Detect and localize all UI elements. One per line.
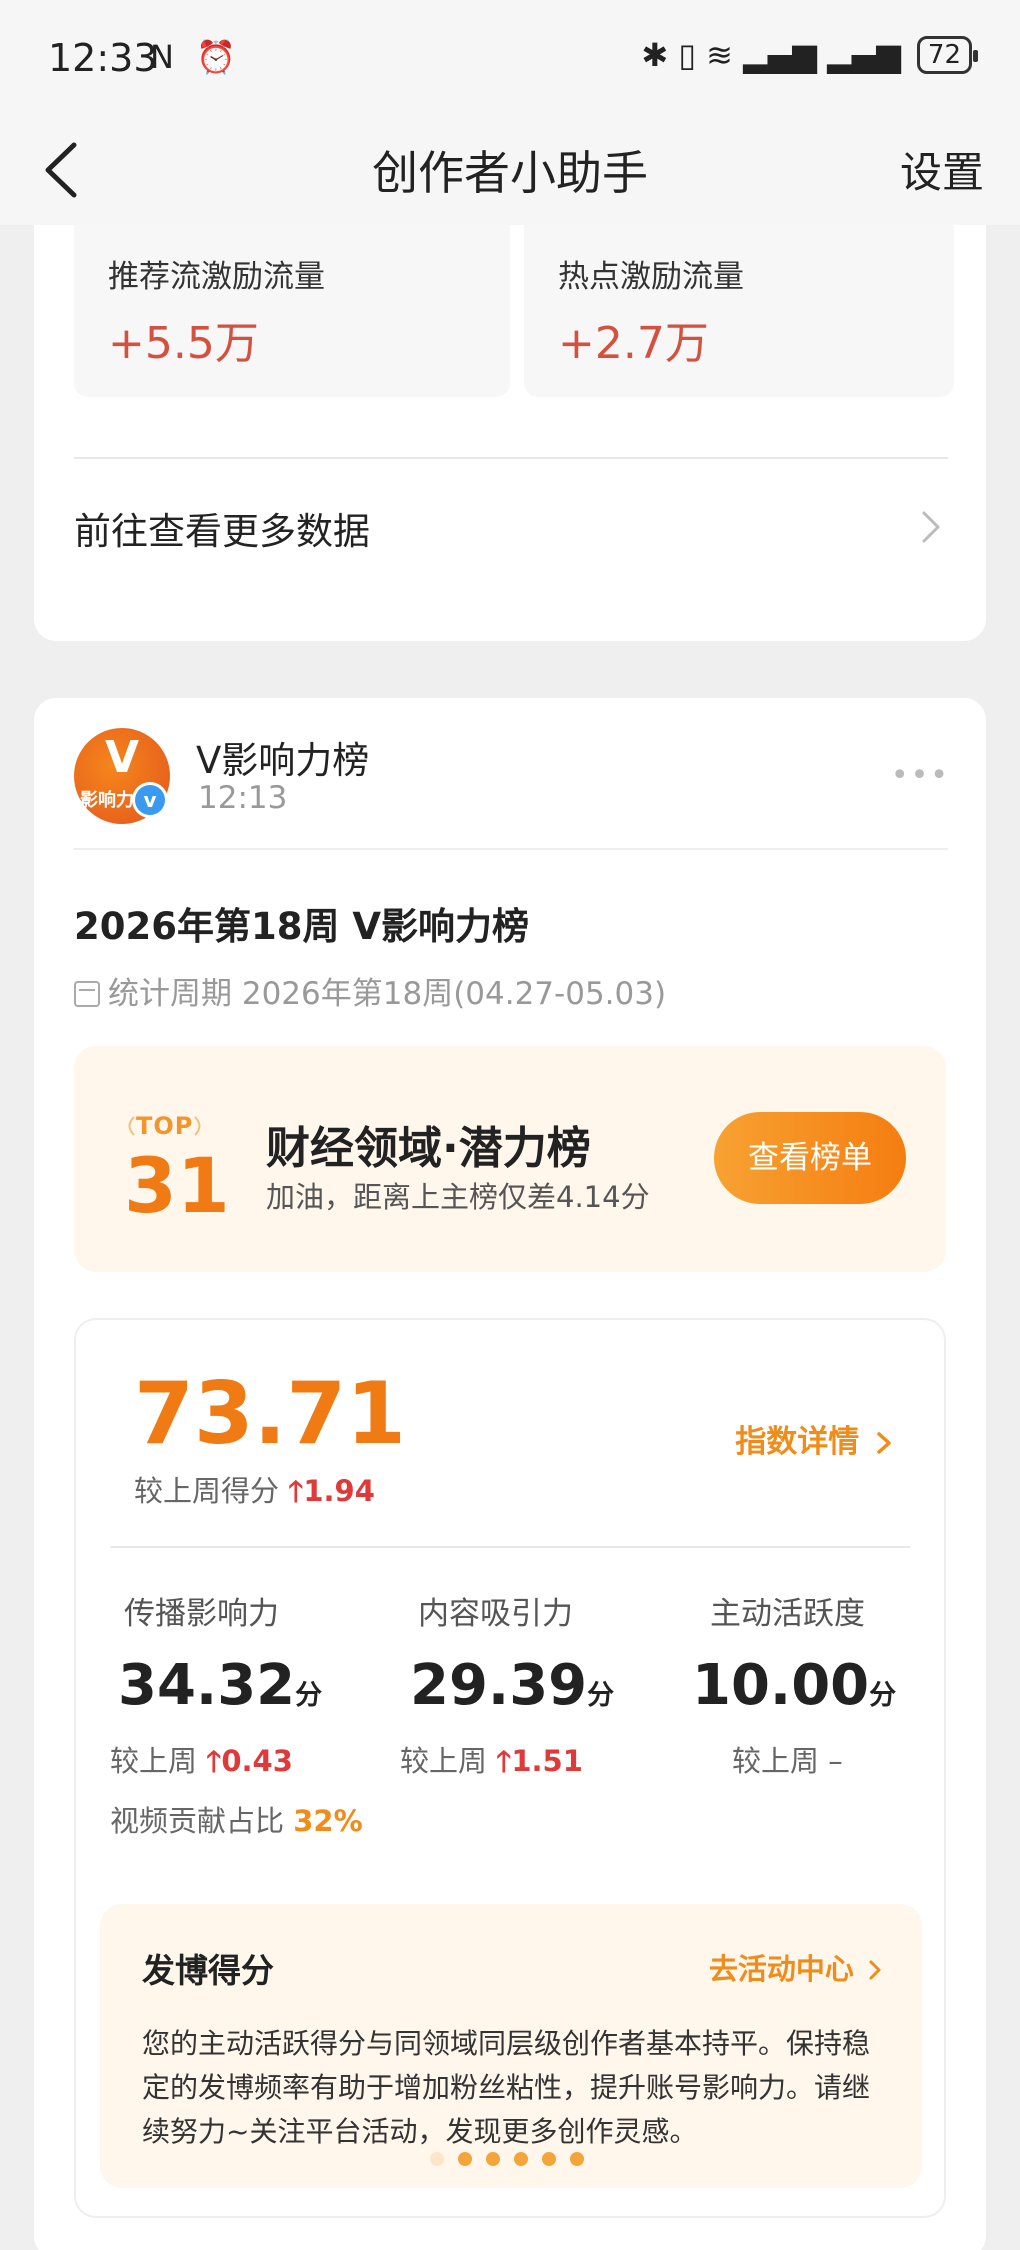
metric-compare: 较上周 –	[732, 1738, 896, 1780]
stat-recommend-traffic: 推荐流激励流量 +5.5万	[74, 225, 510, 397]
carousel-dot[interactable]	[458, 2152, 472, 2166]
post-title: 2026年第18周 V影响力榜	[74, 905, 529, 948]
metric-unit: 分	[295, 1680, 323, 1711]
score-compare: 较上周得分 🡑1.94	[134, 1468, 375, 1520]
stat-value: +5.5万	[108, 318, 259, 369]
up-arrow-icon: 🡑	[496, 1744, 512, 1778]
metric-number: 29.39	[410, 1653, 588, 1718]
activity-center-label: 去活动中心	[708, 1952, 854, 1986]
metric-label: 主动活跃度	[710, 1596, 865, 1632]
metric-compare-label: 较上周 –	[732, 1744, 843, 1778]
metric-content-appeal: 内容吸引力 29.39分 较上周 🡑1.51	[400, 1588, 614, 1790]
metric-number: 10.00	[692, 1653, 870, 1718]
metric-delta: 1.51	[511, 1744, 583, 1778]
stat-period: 统计周期 2026年第18周(04.27-05.03)	[74, 968, 666, 1013]
note-value: 32%	[293, 1804, 363, 1838]
divider	[74, 457, 948, 459]
post-score-title: 发博得分	[142, 1951, 274, 1990]
influence-post-card: V 影响力榜 v V影响力榜 12:13 ••• 2026年第18周 V影响力榜…	[34, 698, 986, 2250]
status-time: 12:33	[48, 36, 158, 80]
score-compare-label: 较上周得分	[134, 1474, 280, 1508]
stat-value: +2.7万	[558, 318, 709, 369]
metric-compare: 较上周 🡑1.51	[400, 1738, 614, 1790]
carousel-indicator	[430, 2152, 584, 2166]
carousel-dot[interactable]	[486, 2152, 500, 2166]
post-time: 12:13	[198, 780, 288, 816]
metric-value: 34.32分	[118, 1653, 363, 1718]
divider	[74, 848, 948, 850]
verified-badge-icon: v	[132, 782, 168, 818]
avatar-letter: V	[104, 732, 140, 783]
stat-label: 热点激励流量	[558, 259, 744, 295]
more-data-label: 前往查看更多数据	[74, 510, 370, 553]
account-name[interactable]: V影响力榜	[196, 730, 369, 784]
metric-label: 传播影响力	[124, 1596, 279, 1632]
rank-number: 31	[124, 1141, 230, 1230]
battery-icon: 72	[916, 36, 979, 74]
metric-compare-label: 较上周	[400, 1744, 488, 1778]
laurel-right-icon	[194, 1116, 201, 1136]
carousel-dot[interactable]	[542, 2152, 556, 2166]
rank-description: 加油，距离上主榜仅差4.14分	[266, 1180, 650, 1214]
verified-mark: v	[135, 785, 165, 815]
more-data-link[interactable]: 前往查看更多数据	[74, 493, 948, 563]
nav-header: 创作者小助手 设置	[0, 115, 1020, 225]
index-detail-label: 指数详情	[735, 1424, 860, 1460]
metric-compare: 较上周 🡑0.43	[110, 1738, 363, 1790]
laurel-left-icon	[128, 1116, 135, 1136]
note-label: 视频贡献占比	[110, 1804, 285, 1838]
chevron-right-icon	[869, 1960, 881, 1980]
rank-category: 财经领域·潜力榜	[266, 1123, 591, 1174]
calendar-icon	[74, 981, 100, 1007]
metric-number: 34.32	[118, 1653, 296, 1718]
up-arrow-icon: 🡑	[288, 1474, 304, 1508]
status-bar: 12:33 N ⏰ ✱ ▯ ≋ ▂▄▆ ▂▄▆ 72	[0, 0, 1020, 115]
data-summary-card: 推荐流激励流量 +5.5万 热点激励流量 +2.7万 前往查看更多数据	[34, 225, 986, 641]
metric-unit: 分	[587, 1680, 615, 1711]
metric-spread-influence: 传播影响力 34.32分 较上周 🡑0.43 视频贡献占比 32%	[110, 1588, 363, 1840]
top-label: TOP	[126, 1112, 203, 1140]
metric-unit: 分	[869, 1680, 897, 1711]
rank-banner: TOP 31 财经领域·潜力榜 加油，距离上主榜仅差4.14分 查看榜单	[74, 1046, 946, 1272]
carousel-dot[interactable]	[514, 2152, 528, 2166]
activity-center-link[interactable]: 去活动中心	[709, 1946, 882, 1988]
status-right-icons: ✱ ▯ ≋ ▂▄▆ ▂▄▆ 72	[641, 36, 979, 74]
signal-icons: ✱ ▯ ≋ ▂▄▆ ▂▄▆	[641, 36, 901, 74]
metric-compare-label: 较上周	[110, 1744, 198, 1778]
score-delta: 1.94	[303, 1474, 375, 1508]
total-score: 73.71	[134, 1364, 407, 1464]
carousel-dot[interactable]	[570, 2152, 584, 2166]
metric-activity: 主动活跃度 10.00分 较上周 –	[692, 1588, 896, 1780]
page-title: 创作者小助手	[372, 146, 648, 200]
metric-label: 内容吸引力	[418, 1596, 573, 1632]
settings-button[interactable]: 设置	[900, 139, 984, 200]
status-left-icons: N ⏰	[150, 38, 242, 76]
stat-hot-traffic: 热点激励流量 +2.7万	[524, 225, 954, 397]
metric-value: 10.00分	[692, 1653, 896, 1718]
chevron-right-icon	[877, 1432, 891, 1454]
divider	[110, 1546, 910, 1548]
top-text: TOP	[136, 1112, 194, 1140]
score-panel: 73.71 较上周得分 🡑1.94 指数详情 传播影响力 34.32分 较上周 …	[74, 1318, 946, 2218]
post-score-panel: 发博得分 去活动中心 您的主动活跃得分与同领域同层级创作者基本持平。保持稳定的发…	[100, 1904, 922, 2188]
chevron-right-icon	[922, 511, 940, 543]
period-text: 统计周期 2026年第18周(04.27-05.03)	[108, 976, 667, 1012]
up-arrow-icon: 🡑	[206, 1744, 222, 1778]
post-score-description: 您的主动活跃得分与同领域同层级创作者基本持平。保持稳定的发博频率有助于增加粉丝粘…	[142, 2027, 871, 2148]
metric-value: 29.39分	[410, 1653, 614, 1718]
view-rank-button[interactable]: 查看榜单	[714, 1112, 906, 1204]
stat-label: 推荐流激励流量	[108, 259, 325, 295]
more-options-icon[interactable]: •••	[891, 758, 950, 793]
carousel-dot[interactable]	[430, 2152, 444, 2166]
metric-delta: 0.43	[221, 1744, 293, 1778]
index-detail-link[interactable]: 指数详情	[735, 1416, 892, 1461]
metric-note: 视频贡献占比 32%	[110, 1798, 363, 1840]
